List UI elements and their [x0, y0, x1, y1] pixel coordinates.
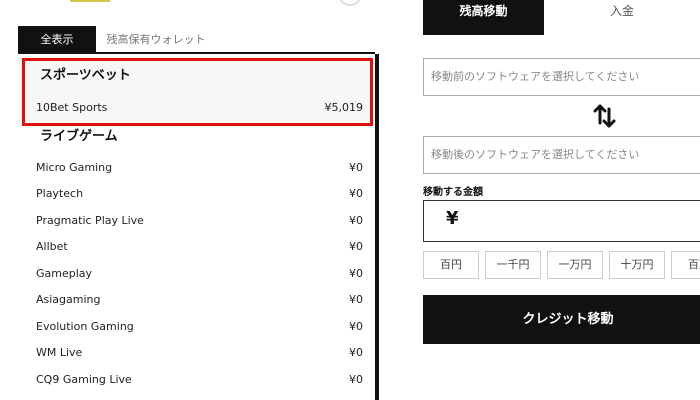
list-item[interactable]: Gameplay ¥0: [18, 261, 375, 287]
credit-transfer-button[interactable]: クレジット移動: [423, 295, 700, 344]
wallet-balance: ¥0: [349, 373, 363, 386]
tabs-underline: [18, 52, 375, 54]
source-software-select[interactable]: 移動前のソフトウェアを選択してください: [423, 58, 700, 96]
currency-symbol: ¥: [446, 208, 459, 229]
wallet-balance: ¥0: [349, 187, 363, 200]
list-scrollbar[interactable]: [375, 54, 379, 400]
wallet-balance: ¥0: [349, 320, 363, 333]
list-item[interactable]: Playtech ¥0: [18, 181, 375, 207]
wallet-name: WM Live: [36, 346, 83, 359]
list-item[interactable]: WM Live ¥0: [18, 340, 375, 366]
wallet-filter-tabs: 全表示 残高保有ウォレット: [18, 26, 373, 53]
tab-balance-transfer[interactable]: 残高移動: [423, 0, 544, 35]
quick-amount-button[interactable]: 一千円: [485, 251, 541, 279]
quick-amount-button[interactable]: 百万: [671, 251, 700, 279]
wallet-name: Allbet: [36, 240, 68, 253]
wallet-name: Pragmatic Play Live: [36, 214, 144, 227]
highlight-box: [22, 58, 373, 126]
amount-label: 移動する金額: [423, 187, 483, 198]
wallet-name: Playtech: [36, 187, 84, 200]
quick-amount-button[interactable]: 百円: [423, 251, 479, 279]
quick-amount-button[interactable]: 十万円: [609, 251, 665, 279]
tab-deposit[interactable]: 入金: [544, 0, 700, 35]
wallet-balance: ¥0: [349, 214, 363, 227]
tab-balance-wallets[interactable]: 残高保有ウォレット: [96, 26, 216, 53]
wallet-name: CQ9 Gaming Live: [36, 373, 132, 386]
list-item[interactable]: CQ9 Gaming Live ¥0: [18, 367, 375, 393]
list-item[interactable]: Pragmatic Play Live ¥0: [18, 208, 375, 234]
section-title-live: ライブゲーム: [18, 122, 375, 152]
list-item[interactable]: Asiagaming ¥0: [18, 287, 375, 313]
wallet-balance: ¥0: [349, 293, 363, 306]
list-item[interactable]: Allbet ¥0: [18, 234, 375, 260]
wallet-name: Evolution Gaming: [36, 320, 134, 333]
wallet-name: Gameplay: [36, 267, 93, 280]
wallet-balance: ¥0: [349, 346, 363, 359]
list-item[interactable]: Evolution Gaming ¥0: [18, 314, 375, 340]
quick-amount-button[interactable]: 一万円: [547, 251, 603, 279]
wallet-name: Micro Gaming: [36, 161, 113, 174]
wallet-balance: ¥0: [349, 240, 363, 253]
wallet-balance: ¥0: [349, 161, 363, 174]
list-item[interactable]: Micro Gaming ¥0: [18, 155, 375, 181]
destination-software-select[interactable]: 移動後のソフトウェアを選択してください: [423, 136, 700, 174]
transfer-tabs: 残高移動 入金: [423, 0, 700, 35]
amount-input[interactable]: ¥: [423, 200, 700, 242]
wallet-balance: ¥0: [349, 267, 363, 280]
swap-arrows-icon[interactable]: [591, 101, 619, 131]
tab-show-all[interactable]: 全表示: [18, 26, 96, 53]
wallet-name: Asiagaming: [36, 293, 101, 306]
